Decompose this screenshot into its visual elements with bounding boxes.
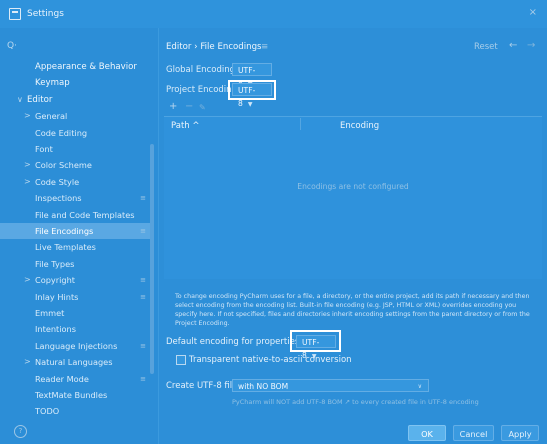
sidebar-item-label: Intentions: [35, 324, 76, 335]
sidebar-item-font[interactable]: Font: [0, 141, 150, 157]
sidebar-item-label: Code Editing: [35, 127, 88, 138]
project-scope-icon: ≡: [140, 227, 146, 235]
sidebar-item-code-style[interactable]: > Code Style: [0, 174, 150, 190]
global-encoding-select[interactable]: UTF-8▼: [232, 63, 272, 88]
sidebar-item-label: Appearance & Behavior: [35, 62, 137, 72]
chevron-down-icon[interactable]: ∨: [17, 92, 23, 108]
chevron-right-icon[interactable]: >: [24, 157, 31, 173]
sidebar-item-file-encodings[interactable]: File Encodings ≡: [0, 223, 150, 239]
sidebar-item-emmet[interactable]: Emmet: [0, 305, 150, 321]
chevron-right-icon[interactable]: >: [24, 272, 31, 288]
sidebar-item-intentions[interactable]: Intentions: [0, 321, 150, 337]
chevron-down-icon: ▼: [247, 101, 253, 108]
project-scope-icon: ≡: [140, 341, 146, 350]
breadcrumb: Editor › File Encodings: [166, 42, 262, 52]
encoding-help-text: To change encoding PyCharm uses for a fi…: [175, 293, 530, 327]
sidebar-item-todo[interactable]: TODO: [0, 403, 150, 419]
sidebar-item-label: General: [35, 111, 68, 122]
window-title: Settings: [27, 9, 64, 19]
help-icon[interactable]: ?: [14, 425, 27, 438]
sidebar-scrollbar[interactable]: [150, 144, 154, 374]
pane-divider[interactable]: [158, 28, 159, 444]
sidebar-item-label: Inspections: [35, 193, 82, 204]
sidebar-item-copyright[interactable]: > Copyright ≡: [0, 272, 150, 288]
properties-encoding-highlight: [290, 330, 341, 352]
sidebar-item-natural-languages[interactable]: > Natural Languages: [0, 354, 150, 370]
sidebar-item-live-templates[interactable]: Live Templates: [0, 239, 150, 255]
project-scope-icon: ≡: [140, 292, 146, 301]
sidebar-item-label: File and Code Templates: [35, 209, 135, 220]
sidebar-item-general[interactable]: > General: [0, 108, 150, 124]
sidebar-item-editor[interactable]: ∨ Editor: [0, 92, 150, 108]
sidebar-item-label: File Types: [35, 258, 75, 269]
title-bar: [0, 0, 547, 28]
chevron-right-icon[interactable]: >: [24, 174, 31, 190]
settings-scope-icon: ≡: [261, 42, 269, 52]
apply-button[interactable]: Apply: [501, 425, 539, 441]
table-empty-text: Encodings are not configured: [297, 182, 409, 191]
sidebar-item-label: TextMate Bundles: [35, 390, 108, 400]
column-separator[interactable]: [300, 118, 301, 130]
sidebar-item-file-types[interactable]: File Types: [0, 256, 150, 272]
sidebar-item-label: TODO: [35, 406, 60, 417]
sidebar-item-file-and-code-templates[interactable]: File and Code Templates: [0, 207, 150, 223]
sidebar-item-label: Inlay Hints: [35, 291, 79, 302]
sidebar-item-inlay-hints[interactable]: Inlay Hints ≡: [0, 289, 150, 305]
sidebar-item-label: Color Scheme: [35, 160, 92, 171]
sidebar-item-label: Language Injections: [35, 340, 118, 351]
sidebar-item-code-editing[interactable]: Code Editing: [0, 125, 150, 141]
sidebar-item-label: Editor: [27, 94, 53, 105]
chevron-down-icon: ∨: [417, 383, 422, 390]
sidebar-item-keymap[interactable]: Keymap: [0, 75, 150, 91]
sidebar-item-label: Font: [35, 144, 53, 154]
project-scope-icon: ≡: [140, 276, 146, 285]
sidebar-item-label: Reader Mode: [35, 373, 89, 384]
cancel-button[interactable]: Cancel: [453, 425, 494, 441]
back-arrow-icon[interactable]: ←: [509, 40, 517, 51]
close-icon[interactable]: ×: [529, 7, 537, 18]
sidebar-item-inspections[interactable]: Inspections ≡: [0, 190, 150, 206]
add-path-button[interactable]: +: [169, 101, 177, 112]
column-header-encoding[interactable]: Encoding: [340, 121, 379, 131]
forward-arrow-icon[interactable]: →: [527, 40, 535, 51]
sidebar-item-label: Natural Languages: [35, 357, 113, 368]
chevron-right-icon[interactable]: >: [24, 108, 31, 124]
edit-icon[interactable]: ✎: [199, 103, 206, 112]
chevron-right-icon[interactable]: >: [24, 354, 31, 370]
sidebar-item-label: Keymap: [35, 78, 70, 89]
settings-search-input[interactable]: [0, 36, 158, 56]
bom-note: PyCharm will NOT add UTF-8 BOM ↗ to ever…: [232, 398, 479, 406]
ok-button[interactable]: OK: [408, 425, 446, 441]
sidebar-item-label: Copyright: [35, 275, 76, 286]
sidebar-item-label: File Encodings: [35, 226, 94, 236]
sidebar-item-label: Code Style: [35, 176, 80, 187]
app-icon: [9, 8, 21, 20]
project-encoding-highlight: [228, 80, 276, 100]
global-encoding-label: Global Encoding:: [166, 65, 238, 75]
sidebar-item-label: Live Templates: [35, 242, 96, 253]
sidebar-item-textmate-bundles[interactable]: TextMate Bundles: [0, 387, 150, 403]
reset-button[interactable]: Reset: [474, 42, 498, 52]
path-encoding-table[interactable]: [164, 116, 542, 279]
search-icon: Q·: [7, 41, 17, 51]
project-scope-icon: ≡: [140, 194, 146, 203]
sidebar-item-language-injections[interactable]: Language Injections ≡: [0, 338, 150, 354]
bom-select[interactable]: with NO BOM ∨: [232, 379, 429, 392]
sidebar-item-reader-mode[interactable]: Reader Mode ≡: [0, 371, 150, 387]
native-to-ascii-checkbox[interactable]: [176, 355, 186, 365]
project-scope-icon: ≡: [140, 374, 146, 383]
native-to-ascii-label[interactable]: Transparent native-to-ascii conversion: [189, 355, 352, 365]
remove-path-button[interactable]: −: [185, 101, 193, 112]
sidebar-item-label: Emmet: [35, 308, 65, 318]
sidebar-item-appearance-behavior[interactable]: Appearance & Behavior: [0, 59, 150, 75]
sidebar-item-color-scheme[interactable]: > Color Scheme: [0, 157, 150, 173]
column-header-path[interactable]: Path ^: [171, 121, 200, 131]
